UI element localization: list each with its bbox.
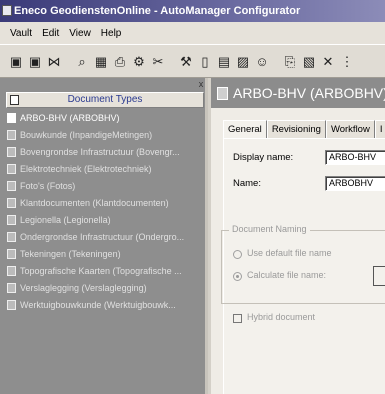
save-all-icon[interactable]: ▣ xyxy=(27,53,43,69)
list-item[interactable]: Legionella (Legionella) xyxy=(6,212,204,229)
list-item[interactable]: Ondergrondse Infrastructuur (Ondergro... xyxy=(6,229,204,246)
list-item-label: ARBO-BHV (ARBOBHV) xyxy=(20,113,120,123)
list-item[interactable]: Verslaglegging (Verslaglegging) xyxy=(6,280,204,297)
paste-icon[interactable]: ▧ xyxy=(301,53,317,69)
copy-icon[interactable]: ⎘ xyxy=(282,53,298,69)
document-icon xyxy=(7,232,16,242)
window-title: Eneco GeodienstenOnline - AutoManager Co… xyxy=(14,5,301,17)
document-icon xyxy=(7,283,16,293)
list-item[interactable]: Foto's (Fotos) xyxy=(6,178,204,195)
list-item[interactable]: Bovengrondse Infrastructuur (Bovengr... xyxy=(6,144,204,161)
details-title: ARBO-BHV (ARBOBHV) xyxy=(233,85,385,101)
menu-bar: Vault Edit View Help xyxy=(0,22,385,44)
document-icon xyxy=(7,113,16,123)
list-item[interactable]: Bouwkunde (InpandigeMetingen) xyxy=(6,127,204,144)
document-type-details-pane: ARBO-BHV (ARBOBHV) General Revisioning W… xyxy=(211,78,385,394)
list-item[interactable]: ARBO-BHV (ARBOBHV) xyxy=(6,110,204,127)
details-header: ARBO-BHV (ARBOBHV) xyxy=(211,78,385,108)
title-bar: Eneco GeodienstenOnline - AutoManager Co… xyxy=(0,0,385,22)
document-icon xyxy=(7,266,16,276)
print-icon[interactable]: ⎙ xyxy=(112,53,128,69)
tab-general[interactable]: General xyxy=(223,120,267,139)
list-item-label: Elektrotechniek (Elektrotechniek) xyxy=(20,164,152,174)
calculate-file-name-label: Calculate file name: xyxy=(247,270,327,280)
delete-icon[interactable]: ✕ xyxy=(320,53,336,69)
tab-revisioning[interactable]: Revisioning xyxy=(266,120,326,138)
list-item[interactable]: Klantdocumenten (Klantdocumenten) xyxy=(6,195,204,212)
settings-icon[interactable]: ⚙ xyxy=(131,53,147,69)
document-icon xyxy=(7,181,16,191)
list-item[interactable]: Topografische Kaarten (Topografische ... xyxy=(6,263,204,280)
list-item-label: Tekeningen (Tekeningen) xyxy=(20,249,121,259)
document-icon xyxy=(7,130,16,140)
use-default-file-name-radio[interactable] xyxy=(233,250,242,259)
hybrid-document-checkbox[interactable] xyxy=(233,314,242,323)
tab-strip: General Revisioning Workflow I xyxy=(223,120,385,139)
list-item-label: Ondergrondse Infrastructuur (Ondergro... xyxy=(20,232,185,242)
document-type-icon[interactable]: ▤ xyxy=(216,53,232,69)
grid-icon[interactable]: ▦ xyxy=(93,53,109,69)
document-icon xyxy=(7,164,16,174)
document-types-header[interactable]: Document Types xyxy=(6,92,204,108)
document-icon xyxy=(217,87,228,100)
document-naming-title: Document Naming xyxy=(229,224,310,234)
toolbar-separator xyxy=(273,53,279,69)
list-item-label: Bouwkunde (InpandigeMetingen) xyxy=(20,130,153,140)
document-icon xyxy=(7,249,16,259)
tab-workflow[interactable]: Workflow xyxy=(325,120,375,138)
menu-vault[interactable]: Vault xyxy=(10,28,32,39)
list-item-label: Verslaglegging (Verslaglegging) xyxy=(20,283,147,293)
list-item-label: Bovengrondse Infrastructuur (Bovengr... xyxy=(20,147,180,157)
document-icon xyxy=(10,95,19,105)
list-item[interactable]: Elektrotechniek (Elektrotechniek) xyxy=(6,161,204,178)
close-pane-icon[interactable]: x xyxy=(196,80,206,89)
save-icon[interactable]: ▣ xyxy=(8,53,24,69)
list-item[interactable]: Tekeningen (Tekeningen) xyxy=(6,246,204,263)
toolbar: ▣ ▣ ⋈ ⌕ ▦ ⎙ ⚙ ✂ ⚒ ▯ ▤ ▨ ☺ ⎘ ▧ ✕ ⋮ xyxy=(0,44,385,78)
calculate-file-name-radio[interactable] xyxy=(233,272,242,281)
menu-help[interactable]: Help xyxy=(101,28,122,39)
user-icon[interactable]: ☺ xyxy=(254,53,270,69)
document-icon xyxy=(7,300,16,310)
hybrid-document-label: Hybrid document xyxy=(247,312,316,322)
connect-icon[interactable]: ⋈ xyxy=(46,53,62,69)
display-name-field[interactable]: ARBO-BHV xyxy=(325,150,385,165)
document-icon xyxy=(7,215,16,225)
new-document-icon[interactable]: ▯ xyxy=(197,53,213,69)
document-naming-group xyxy=(221,230,385,304)
menu-view[interactable]: View xyxy=(69,28,91,39)
list-item-label: Klantdocumenten (Klantdocumenten) xyxy=(20,198,169,208)
list-item-label: Topografische Kaarten (Topografische ... xyxy=(20,266,182,276)
document-types-header-label: Document Types xyxy=(67,94,143,105)
name-field[interactable]: ARBOBHV xyxy=(325,176,385,191)
properties-icon[interactable]: ▨ xyxy=(235,53,251,69)
tool-icon[interactable]: ⚒ xyxy=(178,53,194,69)
document-types-list: ARBO-BHV (ARBOBHV) Bouwkunde (InpandigeM… xyxy=(6,110,204,314)
menu-edit[interactable]: Edit xyxy=(42,28,59,39)
print-preview-icon[interactable]: ⌕ xyxy=(74,53,90,69)
display-name-label: Display name: xyxy=(233,152,294,163)
list-item[interactable]: Werktuigbouwkunde (Werktuigbouwk... xyxy=(6,297,204,314)
more-icon[interactable]: ⋮ xyxy=(339,53,355,69)
list-item-label: Foto's (Fotos) xyxy=(20,181,76,191)
list-item-label: Werktuigbouwkunde (Werktuigbouwk... xyxy=(20,300,176,310)
list-item-label: Legionella (Legionella) xyxy=(20,215,111,225)
name-label: Name: xyxy=(233,178,261,189)
file-name-expression-field[interactable] xyxy=(373,266,385,286)
document-icon xyxy=(7,198,16,208)
tab-more[interactable]: I xyxy=(374,120,385,138)
app-icon xyxy=(2,5,12,16)
toolbar-separator xyxy=(65,53,71,69)
document-icon xyxy=(7,147,16,157)
cut-icon[interactable]: ✂ xyxy=(150,53,166,69)
toolbar-separator xyxy=(169,53,175,69)
use-default-file-name-label: Use default file name xyxy=(247,248,332,258)
